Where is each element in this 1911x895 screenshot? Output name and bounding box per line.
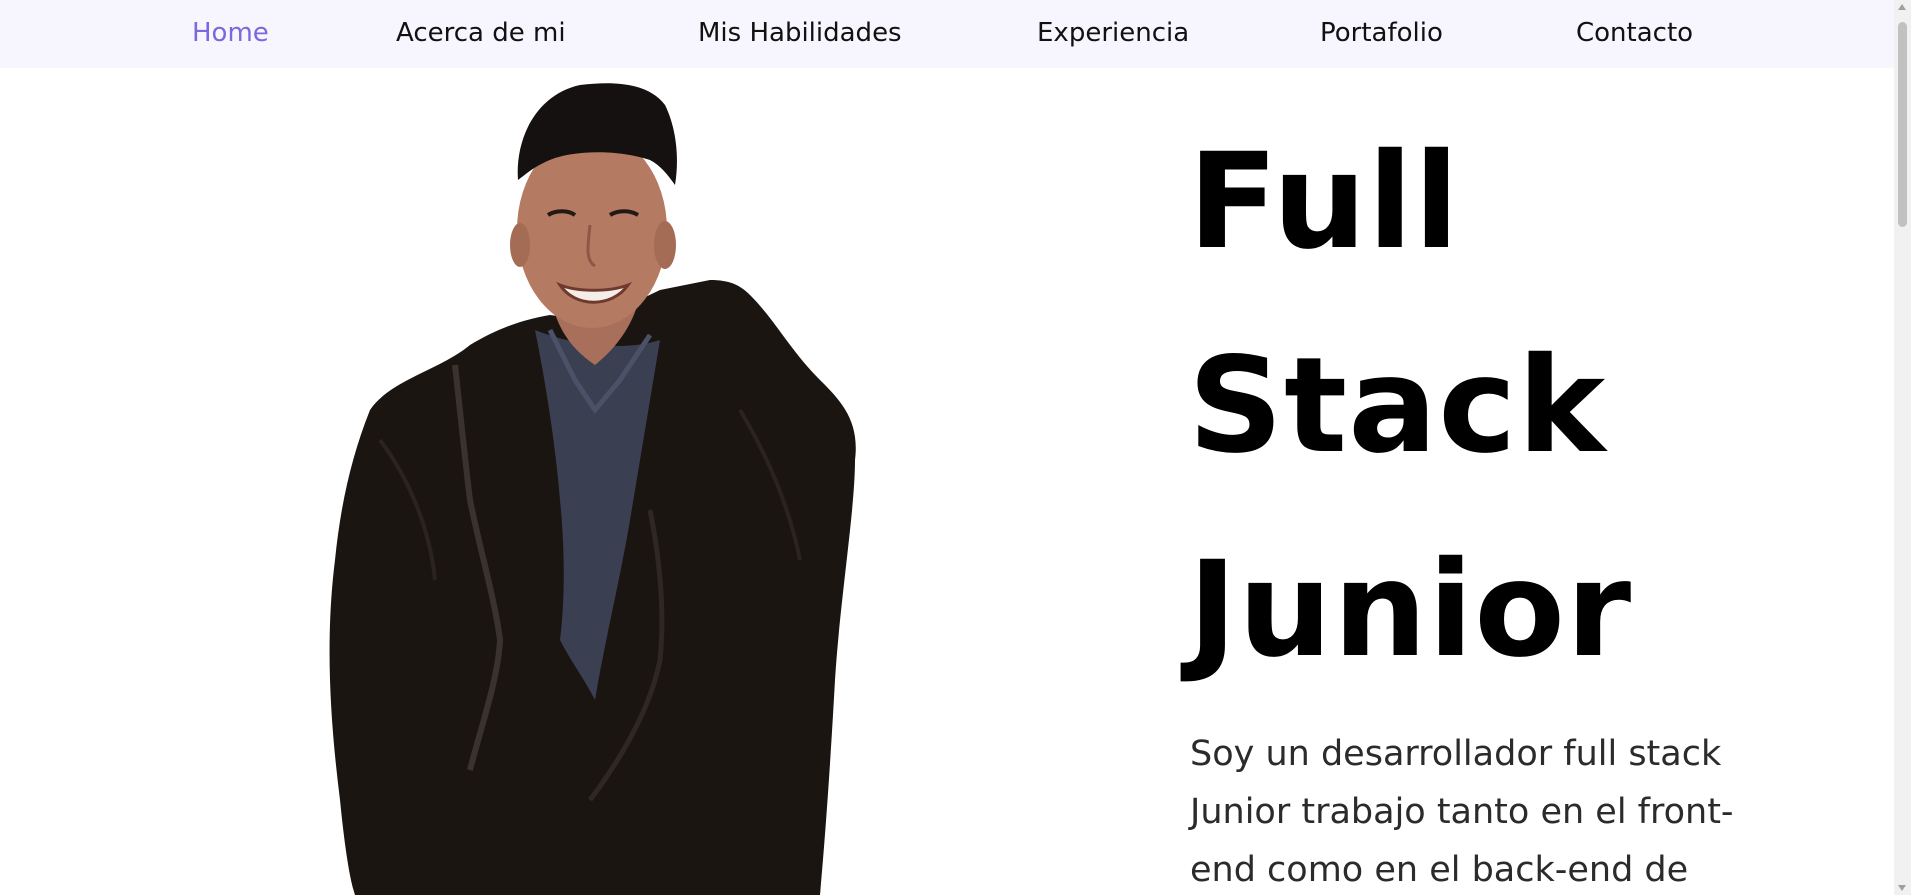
- top-navbar: Home Acerca de mi Mis Habilidades Experi…: [0, 0, 1894, 68]
- scrollbar-thumb[interactable]: [1898, 22, 1907, 227]
- nav-link-contacto[interactable]: Contacto: [1576, 14, 1693, 52]
- hero-title-line-stack: Stack: [1188, 329, 1607, 483]
- profile-photo: [329, 83, 856, 895]
- nav-link-experiencia[interactable]: Experiencia: [1037, 14, 1189, 52]
- nav-link-portafolio[interactable]: Portafolio: [1320, 14, 1443, 52]
- hero-title-line-full: Full: [1188, 125, 1461, 279]
- hero-title-line-junior: Junior: [1188, 533, 1633, 687]
- portfolio-page: Home Acerca de mi Mis Habilidades Experi…: [0, 0, 1911, 895]
- scroll-down-icon[interactable]: [1898, 885, 1906, 891]
- scroll-up-icon[interactable]: [1898, 4, 1906, 10]
- nav-link-mis-habilidades[interactable]: Mis Habilidades: [698, 14, 902, 52]
- nav-link-home[interactable]: Home: [192, 14, 269, 52]
- nav-link-acerca-de-mi[interactable]: Acerca de mi: [396, 14, 566, 52]
- vertical-scrollbar[interactable]: [1894, 0, 1911, 895]
- hero-description: Soy un desarrollador full stack Junior t…: [1190, 734, 1734, 890]
- hero-title: Full Stack Junior: [1188, 100, 1632, 712]
